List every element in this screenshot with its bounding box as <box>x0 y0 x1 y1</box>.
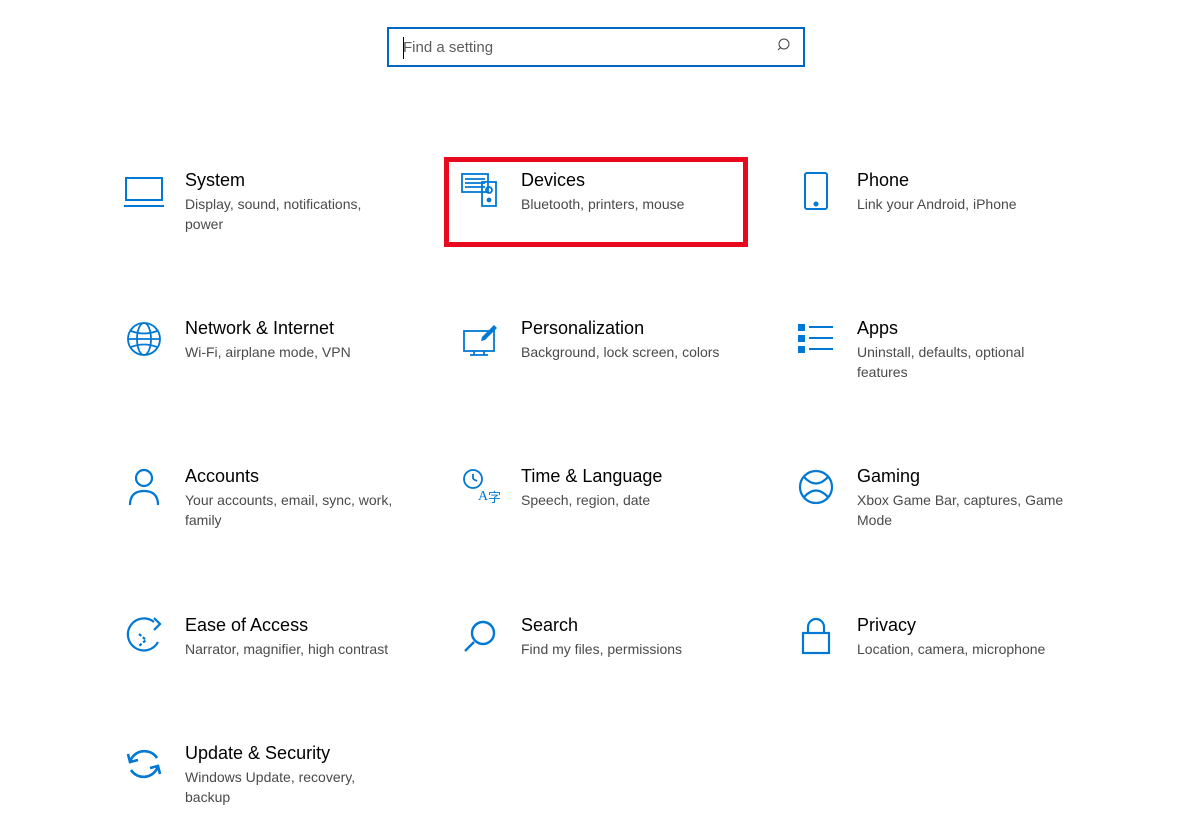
tile-accounts[interactable]: Accounts Your accounts, email, sync, wor… <box>108 453 412 543</box>
lock-icon <box>795 615 837 657</box>
tile-subtitle: Wi-Fi, airplane mode, VPN <box>185 343 397 363</box>
tile-title: System <box>185 170 397 191</box>
tile-subtitle: Speech, region, date <box>521 491 733 511</box>
tile-title: Accounts <box>185 466 397 487</box>
tile-subtitle: Narrator, magnifier, high contrast <box>185 640 397 660</box>
tile-subtitle: Bluetooth, printers, mouse <box>521 195 733 215</box>
tile-subtitle: Your accounts, email, sync, work, family <box>185 491 397 530</box>
globe-icon <box>123 318 165 360</box>
tile-gaming[interactable]: Gaming Xbox Game Bar, captures, Game Mod… <box>780 453 1084 543</box>
tile-subtitle: Link your Android, iPhone <box>857 195 1069 215</box>
search-icon <box>777 37 793 58</box>
svg-text:字: 字 <box>488 490 500 505</box>
tile-subtitle: Find my files, permissions <box>521 640 733 660</box>
apps-icon <box>795 318 837 360</box>
tile-apps[interactable]: Apps Uninstall, defaults, optional featu… <box>780 305 1084 395</box>
devices-icon <box>459 170 501 212</box>
tile-title: Ease of Access <box>185 615 397 636</box>
tile-title: Time & Language <box>521 466 733 487</box>
system-icon <box>123 170 165 212</box>
time-language-icon: A 字 <box>459 466 501 508</box>
tile-subtitle: Uninstall, defaults, optional features <box>857 343 1069 382</box>
tile-personalization[interactable]: Personalization Background, lock screen,… <box>444 305 748 395</box>
tile-title: Gaming <box>857 466 1069 487</box>
tile-subtitle: Xbox Game Bar, captures, Game Mode <box>857 491 1069 530</box>
tile-search[interactable]: Search Find my files, permissions <box>444 602 748 673</box>
tile-title: Phone <box>857 170 1069 191</box>
tile-title: Update & Security <box>185 743 397 764</box>
tile-network[interactable]: Network & Internet Wi-Fi, airplane mode,… <box>108 305 412 395</box>
tile-update-security[interactable]: Update & Security Windows Update, recove… <box>108 730 412 820</box>
phone-icon <box>795 170 837 212</box>
gaming-icon <box>795 466 837 508</box>
person-icon <box>123 466 165 508</box>
tile-title: Devices <box>521 170 733 191</box>
tile-title: Search <box>521 615 733 636</box>
update-icon <box>123 743 165 785</box>
search-container <box>0 0 1192 67</box>
personalization-icon <box>459 318 501 360</box>
text-caret <box>403 37 404 59</box>
tile-phone[interactable]: Phone Link your Android, iPhone <box>780 157 1084 247</box>
tile-title: Apps <box>857 318 1069 339</box>
tile-subtitle: Location, camera, microphone <box>857 640 1069 660</box>
tile-privacy[interactable]: Privacy Location, camera, microphone <box>780 602 1084 673</box>
magnifier-icon <box>459 615 501 657</box>
tile-subtitle: Display, sound, notifications, power <box>185 195 397 234</box>
tile-time-language[interactable]: A 字 Time & Language Speech, region, date <box>444 453 748 543</box>
tile-title: Privacy <box>857 615 1069 636</box>
ease-of-access-icon <box>123 615 165 657</box>
tile-title: Network & Internet <box>185 318 397 339</box>
tile-system[interactable]: System Display, sound, notifications, po… <box>108 157 412 247</box>
settings-grid: System Display, sound, notifications, po… <box>0 67 1192 820</box>
tile-ease-of-access[interactable]: Ease of Access Narrator, magnifier, high… <box>108 602 412 673</box>
tile-title: Personalization <box>521 318 733 339</box>
tile-subtitle: Windows Update, recovery, backup <box>185 768 397 807</box>
tile-devices[interactable]: Devices Bluetooth, printers, mouse <box>444 157 748 247</box>
search-input[interactable] <box>403 39 777 56</box>
tile-subtitle: Background, lock screen, colors <box>521 343 733 363</box>
search-box[interactable] <box>387 27 805 67</box>
